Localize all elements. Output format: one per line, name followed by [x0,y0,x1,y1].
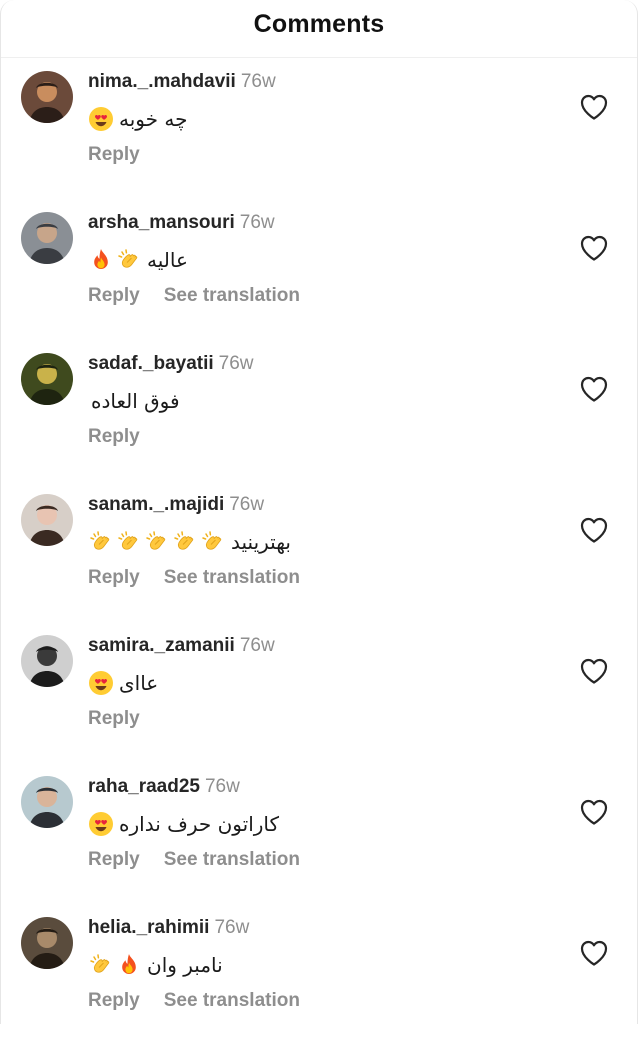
comment-text: نامبر وان [147,953,223,977]
reply-button[interactable]: Reply [88,285,140,306]
avatar[interactable] [21,635,73,687]
comment-username[interactable]: sanam._.majidi [88,494,224,515]
comments-sheet: Comments nima._.mahdavii 76w چه خوبه Reply a… [0,0,638,1024]
comment-body: عالیه [88,244,188,276]
heart-icon[interactable] [579,657,609,685]
comment-username[interactable]: samira._zamanii [88,635,235,656]
see-translation-button[interactable]: See translation [164,849,300,870]
comment-body: عاای [88,667,158,699]
reply-button[interactable]: Reply [88,990,140,1011]
reply-button[interactable]: Reply [88,708,140,729]
see-translation-button[interactable]: See translation [164,567,300,588]
comment-item: raha_raad25 76w کاراتون حرف نداره Reply See … [1,767,637,908]
comment-item: samira._zamanii 76w عاای Reply [1,626,637,767]
comment-item: sanam._.majidi 76w بهترینید Reply See transl… [1,485,637,626]
comment-username[interactable]: arsha_mansouri [88,212,235,233]
heart-eyes-emoji-icon [88,811,114,837]
comment-timestamp: 76w [229,494,265,515]
comment-actions: Reply [88,707,140,731]
heart-icon[interactable] [579,516,609,544]
reply-button[interactable]: Reply [88,567,140,588]
comment-username[interactable]: raha_raad25 [88,776,200,797]
comment-body: چه خوبه [88,103,187,135]
clapping-hands-emoji-icon [200,529,226,555]
comment-text: بهترینید [231,530,291,554]
heart-eyes-emoji-icon [88,106,114,132]
comment-text: فوق العاده [91,389,180,413]
see-translation-button[interactable]: See translation [164,990,300,1011]
heart-icon[interactable] [579,375,609,403]
heart-icon[interactable] [579,939,609,967]
fire-emoji-icon [88,247,114,273]
avatar[interactable] [21,494,73,546]
avatar[interactable] [21,353,73,405]
comment-meta: raha_raad25 76w [88,775,240,799]
comment-timestamp: 76w [239,635,275,656]
comment-actions: Reply See translation [88,848,300,872]
comment-actions: Reply [88,425,140,449]
comment-body: بهترینید [88,526,291,558]
comment-timestamp: 76w [239,212,275,233]
clapping-hands-emoji-icon [88,529,114,555]
comment-meta: sanam._.majidi 76w [88,493,264,517]
comment-body: فوق العاده [88,385,180,417]
comment-timestamp: 76w [240,71,276,92]
comment-body: نامبر وان [88,949,223,981]
see-translation-button[interactable]: See translation [164,285,300,306]
heart-icon[interactable] [579,93,609,121]
comment-meta: nima._.mahdavii 76w [88,70,276,94]
comment-meta: arsha_mansouri 76w [88,211,275,235]
avatar[interactable] [21,212,73,264]
clapping-hands-emoji-icon [116,247,142,273]
clapping-hands-emoji-icon [88,952,114,978]
avatar[interactable] [21,776,73,828]
page-title: Comments [253,10,385,38]
comment-username[interactable]: helia._rahimii [88,917,209,938]
reply-button[interactable]: Reply [88,144,140,165]
fire-emoji-icon [116,952,142,978]
comment-meta: samira._zamanii 76w [88,634,275,658]
comment-actions: Reply See translation [88,566,300,590]
sheet-header: Comments [1,0,637,58]
comment-timestamp: 76w [218,353,254,374]
comment-meta: sadaf._bayatii 76w [88,352,254,376]
clapping-hands-emoji-icon [116,529,142,555]
comment-text: کاراتون حرف نداره [119,812,280,836]
comment-item: arsha_mansouri 76w عالیه Reply See translati… [1,203,637,344]
comment-item: nima._.mahdavii 76w چه خوبه Reply [1,62,637,203]
comment-timestamp: 76w [214,917,250,938]
comment-username[interactable]: sadaf._bayatii [88,353,214,374]
comment-text: عالیه [147,248,188,272]
avatar[interactable] [21,917,73,969]
comment-actions: Reply [88,143,140,167]
comment-actions: Reply See translation [88,989,300,1013]
comment-text: عاای [119,671,159,695]
comment-username[interactable]: nima._.mahdavii [88,71,236,92]
avatar[interactable] [21,71,73,123]
reply-button[interactable]: Reply [88,426,140,447]
comment-item: helia._rahimii 76w نامبر وان Reply See trans… [1,908,637,1049]
comment-meta: helia._rahimii 76w [88,916,249,940]
comment-timestamp: 76w [204,776,240,797]
comment-item: sadaf._bayatii 76w فوق العاده Reply [1,344,637,485]
clapping-hands-emoji-icon [144,529,170,555]
heart-icon[interactable] [579,798,609,826]
comment-actions: Reply See translation [88,284,300,308]
comment-text: چه خوبه [119,107,188,131]
heart-icon[interactable] [579,234,609,262]
clapping-hands-emoji-icon [172,529,198,555]
heart-eyes-emoji-icon [88,670,114,696]
reply-button[interactable]: Reply [88,849,140,870]
comment-body: کاراتون حرف نداره [88,808,279,840]
